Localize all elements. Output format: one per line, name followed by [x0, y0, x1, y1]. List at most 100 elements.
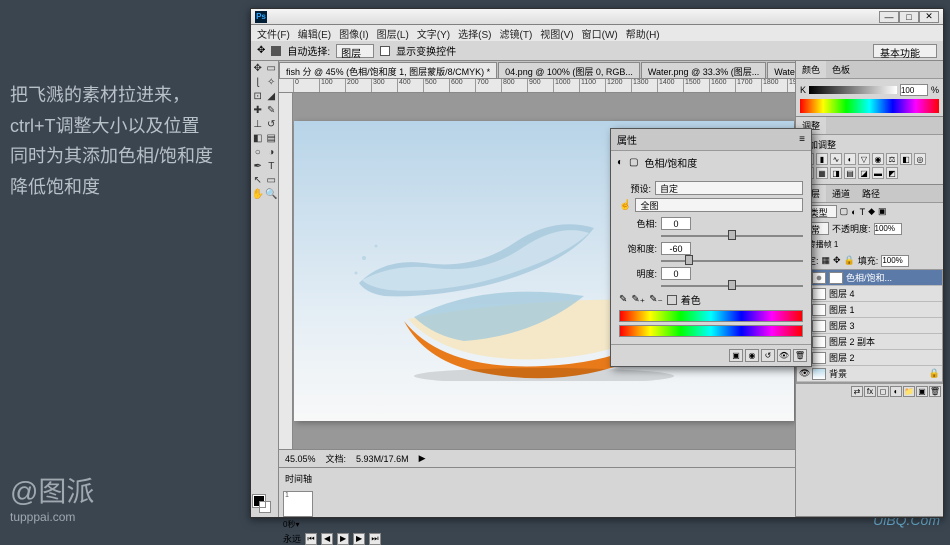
tab-channels[interactable]: 通道 — [826, 185, 856, 202]
adj-bw-icon[interactable]: ◧ — [900, 153, 912, 165]
maximize-button[interactable]: □ — [899, 11, 919, 23]
adj-poster-icon[interactable]: ▤ — [844, 167, 856, 179]
menu-edit[interactable]: 编辑(E) — [298, 26, 331, 41]
lock-pixels-icon[interactable]: ▦ — [822, 255, 831, 266]
prev-state-icon[interactable]: ◉ — [745, 349, 759, 362]
lasso-tool[interactable]: ɭ — [251, 75, 265, 89]
layer-fx-icon[interactable]: fx — [864, 386, 876, 397]
adj-photo-icon[interactable]: ◎ — [914, 153, 926, 165]
menu-layer[interactable]: 图层(L) — [377, 26, 409, 41]
menu-filter[interactable]: 滤镜(T) — [500, 26, 533, 41]
properties-panel[interactable]: 属性 ≡ ◐ ▢ 色相/饱和度 预设: 自定 ☝ 全图 色相: 饱和度: 明度: — [610, 128, 812, 367]
k-slider[interactable] — [809, 86, 897, 94]
saturation-input[interactable] — [661, 242, 691, 255]
filter-smart-icon[interactable]: ▣ — [878, 206, 887, 217]
timeline-frame-1[interactable] — [283, 491, 313, 517]
close-button[interactable]: ✕ — [919, 11, 939, 23]
layer-mask-icon[interactable]: ◻ — [877, 386, 889, 397]
targeted-adjust-icon[interactable]: ☝ — [619, 200, 631, 211]
fill-input[interactable] — [881, 255, 909, 267]
eyedropper-plus-icon[interactable]: ✎₊ — [631, 294, 645, 305]
tab-fish[interactable]: fish 分 @ 45% (色相/饱和度 1, 图层蒙版/8/CMYK) * — [279, 62, 497, 78]
new-layer-icon[interactable]: ▣ — [916, 386, 928, 397]
status-arrow-icon[interactable]: ▶ — [419, 453, 426, 464]
crop-tool[interactable]: ⊡ — [251, 89, 265, 103]
menu-type[interactable]: 文字(Y) — [417, 26, 450, 41]
preset-select[interactable]: 自定 — [655, 181, 803, 195]
delete-layer-icon[interactable]: 🗑 — [929, 386, 941, 397]
hue-slider[interactable] — [661, 235, 803, 237]
minimize-button[interactable]: — — [879, 11, 899, 23]
tab-splash[interactable]: Water Splash.png @ 50% (图... — [767, 62, 795, 78]
timeline-play-icon[interactable]: ▶ — [337, 533, 349, 545]
menu-file[interactable]: 文件(F) — [257, 26, 290, 41]
lightness-input[interactable] — [661, 267, 691, 280]
lock-all-icon[interactable]: 🔒 — [844, 255, 855, 266]
adj-hue-icon[interactable]: ◉ — [872, 153, 884, 165]
dodge-tool[interactable]: ◑ — [265, 145, 279, 159]
panel-menu-icon[interactable]: ≡ — [799, 134, 805, 145]
timeline-last-icon[interactable]: ⏭ — [369, 533, 381, 545]
wand-tool[interactable]: ✧ — [265, 75, 279, 89]
autoselect-checkbox[interactable] — [271, 46, 281, 56]
lightness-slider[interactable] — [661, 285, 803, 287]
workspace-select[interactable]: 基本功能 — [873, 44, 937, 58]
k-value-input[interactable] — [900, 84, 928, 96]
colorize-checkbox[interactable] — [667, 295, 677, 305]
tab-paths[interactable]: 路径 — [856, 185, 886, 202]
new-group-icon[interactable]: 📁 — [903, 386, 915, 397]
visibility-icon[interactable]: 👁 — [799, 368, 809, 379]
autoselect-target-select[interactable]: 图层 — [336, 44, 374, 58]
blur-tool[interactable]: ○ — [251, 145, 265, 159]
saturation-slider[interactable] — [661, 260, 803, 262]
brush-tool[interactable]: ✎ — [265, 103, 279, 117]
path-tool[interactable]: ↖ — [251, 173, 265, 187]
history-brush-tool[interactable]: ↺ — [265, 117, 279, 131]
menu-view[interactable]: 视图(V) — [540, 26, 573, 41]
lock-position-icon[interactable]: ✥ — [833, 255, 841, 266]
color-spectrum[interactable] — [800, 99, 939, 113]
frame-duration[interactable]: 0秒▾ — [283, 519, 791, 530]
tab-water[interactable]: Water.png @ 33.3% (图层... — [641, 62, 766, 78]
range-select[interactable]: 全图 — [635, 198, 803, 212]
reset-icon[interactable]: ↺ — [761, 349, 775, 362]
marquee-tool[interactable]: ▭ — [265, 61, 279, 75]
timeline-first-icon[interactable]: ⏮ — [305, 533, 317, 545]
menu-window[interactable]: 窗口(W) — [582, 26, 618, 41]
delete-adjust-icon[interactable]: 🗑 — [793, 349, 807, 362]
move-tool[interactable]: ✥ — [251, 61, 265, 75]
layer-hue-sat[interactable]: 👁色相/饱和... — [797, 270, 942, 286]
showcontrols-checkbox[interactable] — [380, 46, 390, 56]
toggle-visibility-icon[interactable]: 👁 — [777, 349, 791, 362]
menu-image[interactable]: 图像(I) — [339, 26, 368, 41]
hand-tool[interactable]: ✋ — [251, 187, 265, 201]
layer-1[interactable]: 👁图层 1 — [797, 302, 942, 318]
menu-select[interactable]: 选择(S) — [458, 26, 491, 41]
adj-vibrance-icon[interactable]: ▽ — [858, 153, 870, 165]
shape-tool[interactable]: ▭ — [265, 173, 279, 187]
pen-tool[interactable]: ✒ — [251, 159, 265, 173]
eyedropper-minus-icon[interactable]: ✎₋ — [649, 294, 663, 305]
clip-to-layer-icon[interactable]: ▣ — [729, 349, 743, 362]
layer-background[interactable]: 👁背景🔒 — [797, 366, 942, 382]
eyedropper-icon[interactable]: ✎ — [619, 294, 627, 305]
eraser-tool[interactable]: ◧ — [251, 131, 265, 145]
link-layers-icon[interactable]: ⇄ — [851, 386, 863, 397]
filter-type-icon[interactable]: T — [860, 207, 866, 217]
stamp-tool[interactable]: ⊥ — [251, 117, 265, 131]
adj-curves-icon[interactable]: ∿ — [830, 153, 842, 165]
new-adjust-icon[interactable]: ◐ — [890, 386, 902, 397]
filter-shape-icon[interactable]: ◆ — [868, 206, 875, 217]
mask-mode-icon[interactable]: ▢ — [629, 157, 638, 168]
gradient-tool[interactable]: ▤ — [265, 131, 279, 145]
layer-4[interactable]: 👁图层 4 — [797, 286, 942, 302]
layer-2[interactable]: 👁图层 2 — [797, 350, 942, 366]
adj-exposure-icon[interactable]: ◐ — [844, 153, 856, 165]
hue-input[interactable] — [661, 217, 691, 230]
tab-swatches[interactable]: 色板 — [826, 61, 856, 78]
zoom-tool[interactable]: 🔍 — [265, 187, 279, 201]
properties-tab[interactable]: 属性 — [617, 132, 637, 147]
adj-thresh-icon[interactable]: ◪ — [858, 167, 870, 179]
filter-adj-icon[interactable]: ◐ — [851, 207, 856, 217]
color-swatches[interactable] — [251, 491, 278, 517]
